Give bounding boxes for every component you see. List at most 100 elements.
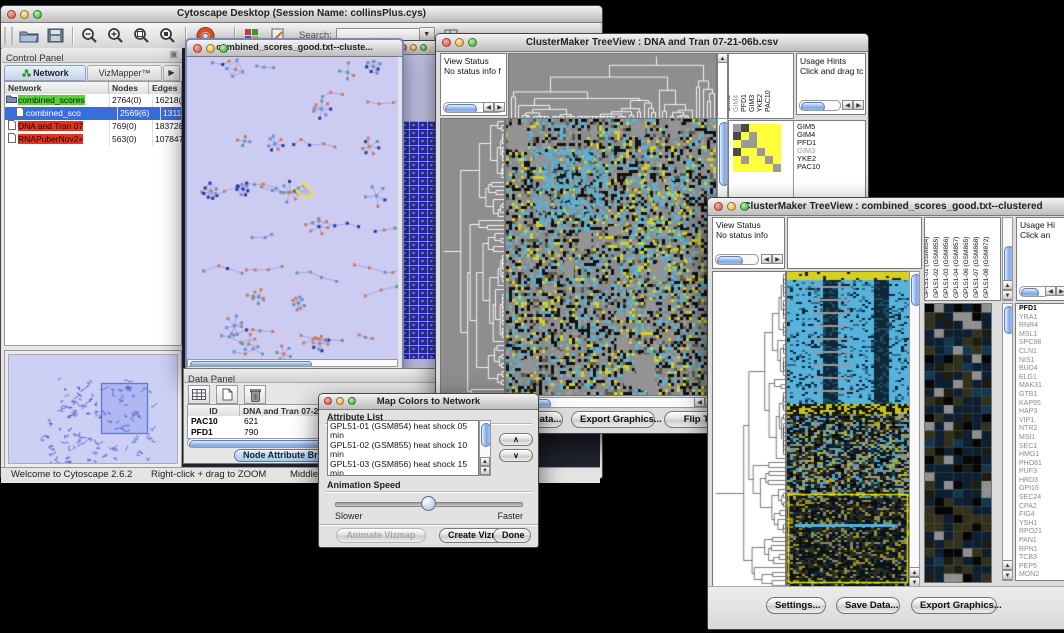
export-graphics-button[interactable]: Export Graphics... xyxy=(571,411,655,428)
zoom-button[interactable] xyxy=(33,10,42,19)
tv2-status-hscrollbar[interactable] xyxy=(715,254,759,265)
network-row[interactable]: RNAPuberNov2+563(0)107847(0) xyxy=(5,133,181,146)
attribute-item[interactable]: GPL51-02 (GSM855) heat shock 10 min xyxy=(330,441,476,460)
table-icon[interactable] xyxy=(188,385,210,404)
scroll-down-icon[interactable]: ▼ xyxy=(1002,290,1013,300)
minimize-button[interactable] xyxy=(727,202,736,211)
scroll-right-icon[interactable]: ▶ xyxy=(772,254,783,264)
birdseye-view-canvas[interactable] xyxy=(8,354,178,464)
tv1-row-dendrogram[interactable] xyxy=(440,118,505,396)
tv2-zoom-heatmap[interactable] xyxy=(924,303,992,583)
gene-label[interactable]: PFD1 xyxy=(797,139,820,147)
scroll-up-icon[interactable]: ▲ xyxy=(909,567,920,577)
zoom-button[interactable] xyxy=(348,397,356,405)
gene-label[interactable]: RPN1 xyxy=(1019,546,1064,555)
attribute-item[interactable]: GPL51-01 (GSM854) heat shock 05 min xyxy=(330,422,476,441)
scroll-left-icon[interactable]: ◀ xyxy=(483,102,494,112)
dialog-title-bar[interactable]: Map Colors to Network xyxy=(319,394,538,410)
gene-label[interactable]: MSL1 xyxy=(1019,331,1064,340)
zoom-button[interactable] xyxy=(219,44,228,53)
open-folder-icon[interactable] xyxy=(17,25,41,47)
gene-label[interactable]: YSH1 xyxy=(1019,520,1064,529)
scroll-up-icon[interactable]: ▲ xyxy=(1002,280,1013,290)
minimize-button[interactable] xyxy=(206,44,215,53)
close-button[interactable] xyxy=(442,38,451,47)
gene-label[interactable]: YRA1 xyxy=(1019,314,1064,323)
scroll-left-icon[interactable]: ◀ xyxy=(694,397,705,407)
scroll-right-icon[interactable]: ▶ xyxy=(853,100,864,110)
tab-vizmapper[interactable]: VizMapper™ xyxy=(87,65,162,81)
row-id[interactable]: PFD1 xyxy=(188,427,240,438)
scroll-up-icon[interactable]: ▲ xyxy=(1002,560,1013,570)
gene-label[interactable]: CPA2 xyxy=(1019,503,1064,512)
column-label[interactable]: YKE2 xyxy=(757,94,765,112)
settings-button[interactable]: Settings... xyxy=(766,597,826,614)
column-label[interactable]: GPL51-07 (GSM868) xyxy=(973,237,981,298)
gene-label[interactable]: GIM5 xyxy=(797,123,820,131)
gene-label[interactable]: HAP3 xyxy=(1019,408,1064,417)
column-label[interactable]: GPL51-06 (GSM865) xyxy=(963,237,971,298)
row-id[interactable]: PAC10 xyxy=(188,416,240,427)
column-label[interactable]: GPL51-01 (GSM854) xyxy=(924,237,931,298)
zoom-button[interactable] xyxy=(468,38,477,47)
gene-label[interactable]: PAN1 xyxy=(1019,537,1064,546)
col-network[interactable]: Network xyxy=(5,82,109,94)
gene-label[interactable]: KAP95 xyxy=(1019,400,1064,409)
close-button[interactable] xyxy=(714,202,723,211)
tv2-heatmap-vscrollbar[interactable]: ▲ ▼ xyxy=(909,271,920,588)
gene-label[interactable]: PHO81 xyxy=(1019,460,1064,469)
gene-label[interactable]: TCB3 xyxy=(1019,554,1064,563)
close-button[interactable] xyxy=(193,44,202,53)
tab-overflow-button[interactable]: ▶ xyxy=(163,65,180,81)
scroll-up-icon[interactable]: ▲ xyxy=(717,53,728,63)
id-column-header[interactable]: ID xyxy=(188,405,240,416)
col-nodes[interactable]: Nodes xyxy=(109,82,149,94)
gene-label[interactable]: MSI1 xyxy=(1019,434,1064,443)
scroll-up-icon[interactable]: ▲ xyxy=(480,457,490,466)
gene-label[interactable]: HMG1 xyxy=(1019,451,1064,460)
close-button[interactable] xyxy=(7,10,16,19)
gene-label[interactable]: PAC10 xyxy=(797,163,820,171)
network-row[interactable]: DNA and Tran 07769(0)183728(0) xyxy=(5,120,181,133)
minimize-button[interactable] xyxy=(455,38,464,47)
tv2-header-vscrollbar[interactable]: ▲ ▼ xyxy=(1002,217,1013,301)
treeview2-title-bar[interactable]: ClusterMaker TreeView : combined_scores_… xyxy=(708,198,1064,216)
gene-label[interactable]: GIM3 xyxy=(797,147,820,155)
gene-label[interactable]: RPO21 xyxy=(1019,528,1064,537)
tv2-zoom-vscrollbar[interactable]: ▲ ▼ xyxy=(1002,303,1013,581)
tv1-heatmap[interactable] xyxy=(505,118,717,396)
attribute-list-vscrollbar[interactable]: ▲ ▼ xyxy=(479,420,491,476)
gene-label[interactable]: BUD4 xyxy=(1019,365,1064,374)
zoom-button[interactable] xyxy=(420,44,427,51)
tab-network[interactable]: Network xyxy=(4,65,86,81)
network-title-bar[interactable]: combined_scores_good.txt--cluste... xyxy=(187,40,402,57)
gene-label[interactable]: PFD1 xyxy=(1019,305,1064,314)
network-row[interactable]: combined_scores2764(0)16218(0) xyxy=(5,94,181,107)
move-down-button[interactable]: ∨ xyxy=(499,449,533,462)
gene-label[interactable]: CLN1 xyxy=(1019,348,1064,357)
zoom-in-icon[interactable] xyxy=(104,25,128,47)
gene-label[interactable]: NTR2 xyxy=(1019,425,1064,434)
scroll-left-icon[interactable]: ◀ xyxy=(842,100,853,110)
gene-label[interactable]: PUF3 xyxy=(1019,468,1064,477)
zoom-selected-icon[interactable] xyxy=(156,25,180,47)
gene-label[interactable]: SEC24 xyxy=(1019,494,1064,503)
column-label[interactable]: GIM3 xyxy=(749,95,757,112)
scroll-left-icon[interactable]: ◀ xyxy=(761,254,772,264)
minimize-button[interactable] xyxy=(20,10,29,19)
zoom-button[interactable] xyxy=(740,202,749,211)
tv1-column-dendrogram[interactable] xyxy=(508,53,717,119)
column-label[interactable]: GPL51-02 (GSM855) xyxy=(933,237,941,298)
scroll-left-icon[interactable]: ◀ xyxy=(1045,286,1056,296)
gene-label[interactable]: MON2 xyxy=(1019,571,1064,580)
column-label[interactable]: GPL51-03 (GSM856) xyxy=(943,237,951,298)
network-hscrollbar[interactable] xyxy=(187,359,398,367)
tv2-column-dendrogram-area[interactable] xyxy=(787,217,922,269)
close-button[interactable] xyxy=(324,397,332,405)
tv2-heatmap[interactable] xyxy=(786,271,910,588)
gene-label[interactable]: NIS1 xyxy=(1019,357,1064,366)
done-button[interactable]: Done xyxy=(493,528,531,543)
save-data-button[interactable]: Save Data... xyxy=(836,597,900,614)
tv1-correlation-matrix[interactable] xyxy=(733,124,781,172)
main-title-bar[interactable]: Cytoscape Desktop (Session Name: collins… xyxy=(1,6,602,23)
